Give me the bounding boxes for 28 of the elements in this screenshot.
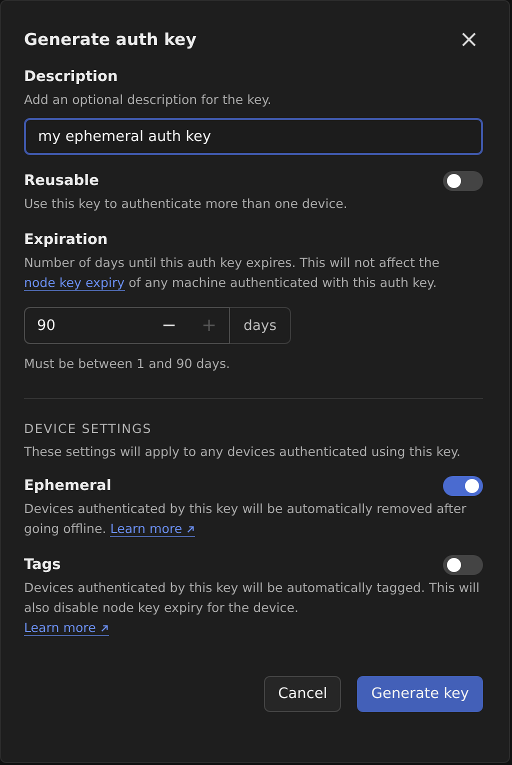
field-label: Description — [24, 68, 119, 87]
external-link-icon — [100, 624, 109, 634]
help-text: These settings will apply to any devices authenticated using this key. — [24, 443, 462, 461]
cancel-button[interactable]: Cancel — [264, 676, 342, 712]
toggle-switch[interactable] — [443, 476, 483, 496]
field-label: Tags — [24, 556, 61, 575]
help-text: Use this key to authenticate more than one device. — [24, 195, 348, 213]
field-label: Expiration — [24, 231, 109, 250]
decrement-button[interactable]: − — [149, 315, 189, 336]
generate-button[interactable]: Generate key — [357, 676, 483, 712]
learn-more-link[interactable]: Learn more — [110, 521, 196, 537]
close-button[interactable]: × — [454, 29, 483, 49]
help-text: Number of days until this auth key expires. This will not affect the node key expiry of any machine authenticated with this auth key. — [24, 254, 441, 293]
description-input[interactable]: my ephemeral auth key — [24, 118, 483, 155]
unit-label: days — [242, 316, 278, 336]
hint-text: Must be between 1 and 90 days. — [24, 355, 232, 373]
learn-more-link[interactable]: Learn more — [24, 620, 109, 636]
section-heading: DEVICE SETTINGS — [24, 420, 153, 438]
dialog-title: Generate auth key — [24, 30, 197, 48]
toggle-switch[interactable] — [443, 171, 483, 191]
external-link-icon — [186, 525, 196, 534]
node-key-expiry-link[interactable]: node key expiry — [24, 275, 125, 291]
field-label: Reusable — [24, 172, 99, 191]
help-text: Add an optional description for the key. — [24, 91, 272, 109]
help-text: Devices authenticated by this key will be automatically removed after going offline. Learn more — [24, 500, 468, 539]
help-text: Devices authenticated by this key will be automatically tagged. This will also disable node key expiry for the device. Learn more — [24, 579, 481, 638]
toggle-switch[interactable] — [443, 555, 483, 575]
field-label: Ephemeral — [24, 477, 112, 496]
